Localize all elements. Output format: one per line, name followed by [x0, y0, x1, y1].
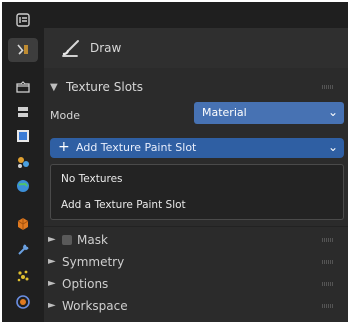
mode-value: Material — [202, 106, 247, 119]
texture-slots-panel-header[interactable]: ▼ Texture Slots — [44, 76, 348, 98]
tool-settings-icon — [17, 44, 28, 55]
render-icon — [16, 81, 30, 93]
properties-content: Draw ▼ Texture Slots Mode Material ⌄ + A… — [44, 2, 348, 322]
drag-handle-icon[interactable] — [322, 282, 334, 286]
active-tool-name: Draw — [90, 41, 122, 55]
workspace-panel-header[interactable]: ► Workspace — [44, 295, 348, 317]
editor-type-icon — [16, 13, 30, 27]
expand-arrow-icon: ► — [48, 256, 56, 267]
mask-panel-header[interactable]: ► Mask — [44, 229, 348, 251]
mask-checkbox[interactable] — [62, 235, 72, 245]
add-texture-paint-slot-item[interactable]: Add a Texture Paint Slot — [61, 199, 186, 211]
expand-arrow-icon: ► — [48, 234, 56, 245]
output-icon — [18, 107, 28, 117]
chevron-down-icon: ⌄ — [327, 140, 338, 154]
texture-slot-popup: No Textures Add a Texture Paint Slot — [50, 164, 344, 220]
drag-handle-icon[interactable] — [322, 260, 334, 264]
no-textures-item: No Textures — [61, 173, 123, 185]
plus-icon: + — [58, 139, 70, 155]
draw-brush-icon — [62, 40, 79, 57]
tool-settings-tab[interactable] — [8, 38, 38, 62]
properties-tabs-sidebar — [2, 2, 44, 322]
expand-arrow-icon: ► — [48, 300, 56, 311]
view-layer-tab[interactable] — [8, 124, 38, 148]
drag-handle-icon[interactable] — [322, 85, 334, 89]
chevron-down-icon: ⌄ — [327, 105, 338, 119]
active-tool-row: Draw — [44, 28, 348, 68]
physics-tab[interactable] — [8, 290, 38, 314]
scene-icon — [18, 157, 29, 168]
divider — [44, 226, 348, 227]
object-tab[interactable] — [8, 212, 38, 236]
world-tab[interactable] — [8, 174, 38, 198]
panel-title: Texture Slots — [66, 80, 143, 94]
add-slot-label: Add Texture Paint Slot — [76, 141, 197, 154]
wrench-icon — [18, 244, 29, 255]
panel-title: Options — [62, 277, 109, 291]
panel-title: Workspace — [62, 299, 128, 313]
properties-header — [44, 2, 348, 28]
particles-tab[interactable] — [8, 264, 38, 288]
world-icon — [17, 180, 29, 192]
drag-handle-icon[interactable] — [322, 238, 334, 242]
particles-icon — [17, 270, 29, 282]
panel-title: Symmetry — [62, 255, 125, 269]
view-layer-icon — [17, 130, 29, 142]
mode-label: Mode — [50, 109, 80, 122]
output-tab[interactable] — [8, 100, 38, 124]
properties-editor: Draw ▼ Texture Slots Mode Material ⌄ + A… — [0, 0, 350, 324]
expand-arrow-icon: ▼ — [50, 81, 58, 93]
add-texture-paint-slot-button[interactable]: + Add Texture Paint Slot ⌄ — [50, 138, 344, 158]
render-tab[interactable] — [8, 76, 38, 100]
symmetry-panel-header[interactable]: ► Symmetry — [44, 251, 348, 273]
object-icon — [17, 218, 29, 230]
drag-handle-icon[interactable] — [322, 304, 334, 308]
options-panel-header[interactable]: ► Options — [44, 273, 348, 295]
expand-arrow-icon: ► — [48, 278, 56, 289]
panel-title: Mask — [77, 233, 108, 247]
scene-tab[interactable] — [8, 150, 38, 174]
modifier-tab[interactable] — [8, 238, 38, 262]
mode-dropdown[interactable]: Material ⌄ — [194, 102, 344, 124]
physics-icon — [16, 295, 30, 309]
editor-type-button[interactable] — [8, 8, 38, 32]
